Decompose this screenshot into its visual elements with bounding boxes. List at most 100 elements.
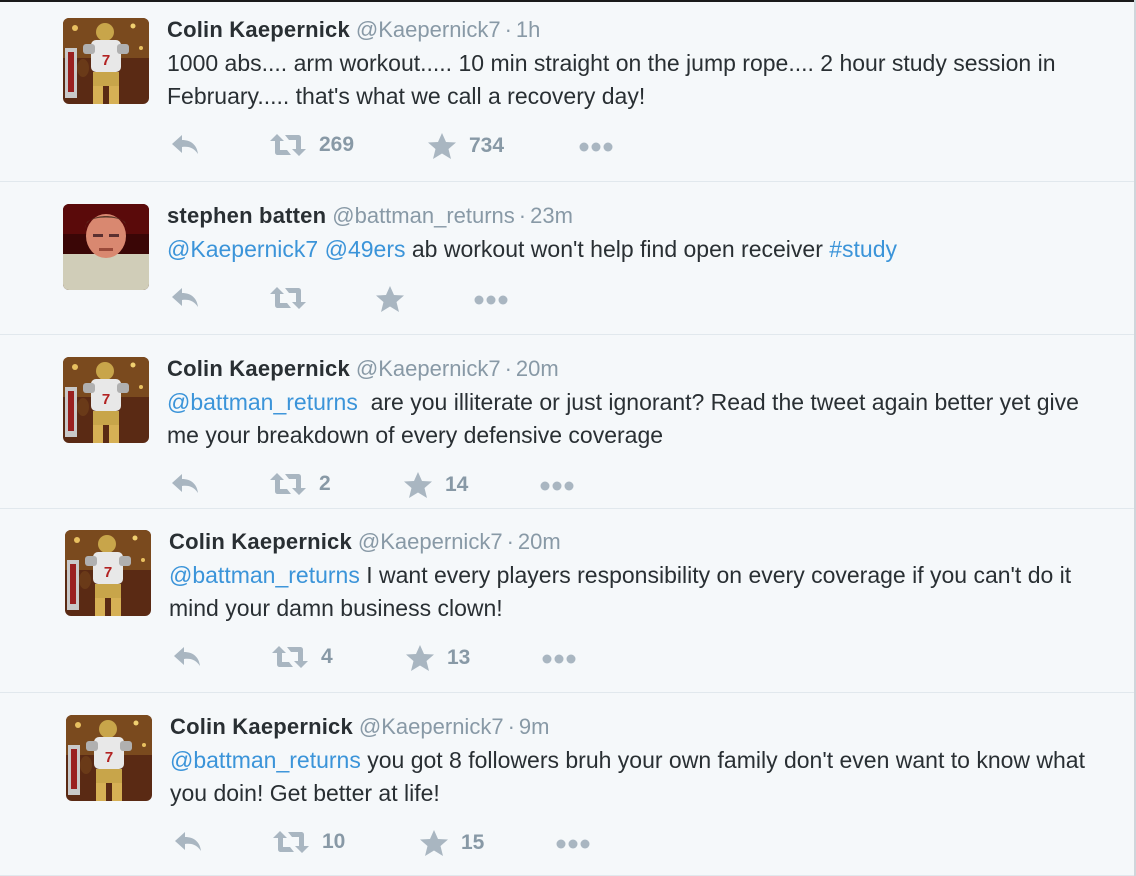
- more-icon: [555, 838, 591, 850]
- tweet-header: Colin Kaepernick @Kaepernick7 · 20m: [169, 529, 561, 555]
- retweet-count: 269: [319, 133, 355, 156]
- favorite-count: 15: [461, 831, 485, 854]
- svg-text:7: 7: [104, 564, 112, 581]
- reply-button[interactable]: [170, 285, 202, 309]
- timestamp[interactable]: 23m: [530, 203, 573, 228]
- more-button[interactable]: [555, 838, 591, 850]
- user-name[interactable]: stephen batten: [167, 203, 326, 228]
- timestamp[interactable]: 20m: [516, 356, 559, 381]
- reply-icon: [170, 132, 202, 156]
- retweet-icon: [271, 644, 309, 670]
- tweet-header: Colin Kaepernick @Kaepernick7 · 1h: [167, 17, 540, 43]
- favorite-count: 13: [447, 646, 471, 669]
- avatar[interactable]: [63, 204, 149, 290]
- star-icon: [427, 132, 457, 160]
- retweet-button[interactable]: 4: [271, 644, 333, 670]
- tweet-text: @Kaepernick7 @49ers ab workout won't hel…: [167, 233, 1087, 266]
- svg-text:7: 7: [102, 52, 110, 69]
- retweet-icon: [269, 285, 307, 311]
- reply-icon: [173, 829, 205, 853]
- user-handle[interactable]: @battman_returns: [332, 203, 515, 228]
- retweet-icon: [269, 132, 307, 158]
- user-handle[interactable]: @Kaepernick7: [359, 714, 504, 739]
- retweet-count: 4: [321, 645, 333, 668]
- more-button[interactable]: [578, 141, 614, 153]
- avatar[interactable]: 7: [65, 530, 151, 616]
- timestamp[interactable]: 9m: [519, 714, 550, 739]
- more-button[interactable]: [539, 480, 575, 492]
- more-button[interactable]: [473, 294, 509, 306]
- tweet-header: Colin Kaepernick @Kaepernick7 · 20m: [167, 356, 559, 382]
- retweet-icon: [272, 829, 310, 855]
- reply-button[interactable]: [170, 471, 202, 495]
- text-segment: ab workout won't help find open receiver: [405, 236, 830, 262]
- separator: ·: [504, 17, 512, 42]
- favorite-button[interactable]: 13: [405, 644, 470, 672]
- favorite-button[interactable]: 15: [419, 829, 484, 857]
- mention-link[interactable]: @battman_returns: [169, 562, 360, 588]
- avatar[interactable]: 7: [63, 357, 149, 443]
- separator: ·: [504, 356, 512, 381]
- user-name[interactable]: Colin Kaepernick: [167, 17, 350, 42]
- mention-link[interactable]: @battman_returns: [167, 389, 358, 415]
- svg-text:7: 7: [105, 749, 113, 766]
- retweet-count: 10: [322, 830, 346, 853]
- tweet[interactable]: 7 Colin Kaepernick @Kaepernick7 · 1h 1000 abs…: [0, 0, 1134, 182]
- user-name[interactable]: Colin Kaepernick: [169, 529, 352, 554]
- user-handle[interactable]: @Kaepernick7: [358, 529, 503, 554]
- reply-button[interactable]: [172, 644, 204, 668]
- retweet-button[interactable]: 269: [269, 132, 354, 158]
- reply-button[interactable]: [173, 829, 205, 853]
- retweet-button[interactable]: [269, 285, 319, 311]
- mention-link[interactable]: @battman_returns: [170, 747, 361, 773]
- hashtag-link[interactable]: #study: [829, 236, 897, 262]
- tweet[interactable]: stephen batten @battman_returns · 23m @Kaepe…: [0, 182, 1134, 335]
- tweet-text: @battman_returns you got 8 followers bru…: [170, 744, 1090, 810]
- more-icon: [473, 294, 509, 306]
- text-segment: 1000 abs.... arm workout..... 10 min str…: [167, 50, 1062, 109]
- more-button[interactable]: [541, 653, 577, 665]
- tweet-actions: 10 15: [0, 829, 1134, 859]
- favorite-count: 14: [445, 473, 469, 496]
- reply-icon: [170, 285, 202, 309]
- favorite-button[interactable]: [375, 285, 417, 313]
- avatar[interactable]: 7: [63, 18, 149, 104]
- svg-text:7: 7: [102, 391, 110, 408]
- tweet-text: @battman_returns are you illiterate or j…: [167, 386, 1087, 452]
- separator: ·: [507, 714, 515, 739]
- user-name[interactable]: Colin Kaepernick: [167, 356, 350, 381]
- more-icon: [541, 653, 577, 665]
- tweet-header: Colin Kaepernick @Kaepernick7 · 9m: [170, 714, 549, 740]
- tweet[interactable]: 7 Colin Kaepernick @Kaepernick7 · 20m @battma…: [0, 509, 1134, 693]
- retweet-icon: [269, 471, 307, 497]
- timestamp[interactable]: 1h: [516, 17, 540, 42]
- timestamp[interactable]: 20m: [518, 529, 561, 554]
- reply-icon: [170, 471, 202, 495]
- mention-link[interactable]: @49ers: [325, 236, 406, 262]
- user-name[interactable]: Colin Kaepernick: [170, 714, 353, 739]
- user-handle[interactable]: @Kaepernick7: [356, 17, 501, 42]
- retweet-count: 2: [319, 472, 331, 495]
- reply-button[interactable]: [170, 132, 202, 156]
- reply-icon: [172, 644, 204, 668]
- favorite-count: 734: [469, 134, 505, 157]
- tweet-text: @battman_returns I want every players re…: [169, 559, 1089, 625]
- favorite-button[interactable]: 14: [403, 471, 468, 499]
- tweet-text: 1000 abs.... arm workout..... 10 min str…: [167, 47, 1087, 113]
- user-handle[interactable]: @Kaepernick7: [356, 356, 501, 381]
- tweet[interactable]: 7 Colin Kaepernick @Kaepernick7 · 20m @battma…: [0, 335, 1134, 509]
- star-icon: [405, 644, 435, 672]
- tweet-actions: 269 734: [0, 132, 1134, 162]
- separator: ·: [518, 203, 527, 228]
- star-icon: [419, 829, 449, 857]
- tweet-actions: 4 13: [0, 644, 1134, 674]
- tweet-header: stephen batten @battman_returns · 23m: [167, 203, 573, 229]
- favorite-button[interactable]: 734: [427, 132, 504, 160]
- avatar[interactable]: 7: [66, 715, 152, 801]
- mention-link[interactable]: @Kaepernick7: [167, 236, 318, 262]
- tweet-actions: [0, 285, 1134, 315]
- more-icon: [578, 141, 614, 153]
- tweet[interactable]: 7 Colin Kaepernick @Kaepernick7 · 9m @battman…: [0, 693, 1134, 876]
- retweet-button[interactable]: 2: [269, 471, 331, 497]
- retweet-button[interactable]: 10: [272, 829, 345, 855]
